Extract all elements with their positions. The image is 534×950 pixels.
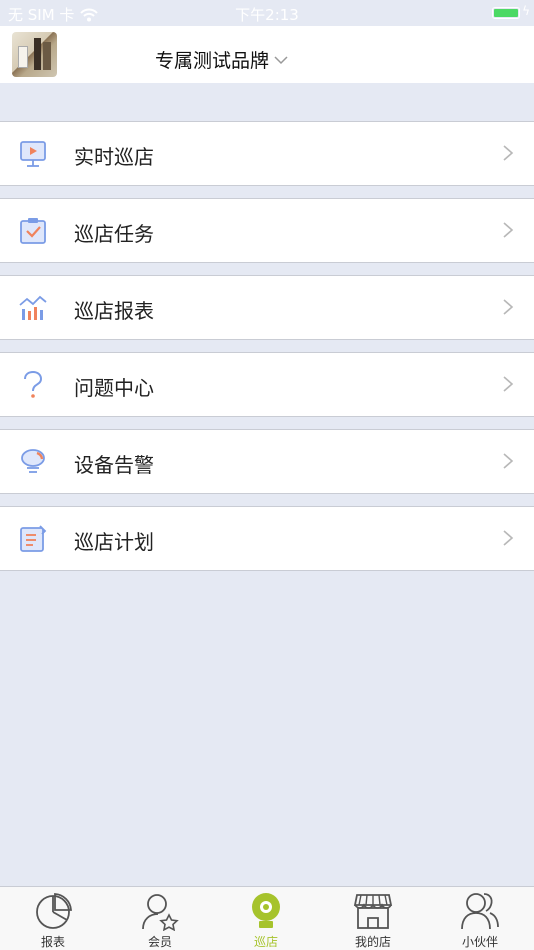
status-time: 下午2:13 [235,6,299,24]
menu-item-label: 设备告警 [74,453,154,477]
menu-item-label: 实时巡店 [74,145,154,169]
alarm-bell-icon [21,449,45,473]
plan-notepad-icon [20,525,47,552]
brand-selector[interactable]: 专属测试品牌 [155,46,289,73]
monitor-play-icon [20,141,46,167]
header: 专属测试品牌 [0,26,534,83]
charging-icon: ϟ [522,4,530,18]
tab-bar: 报表 会员 巡店 我的店 小伙伴 [0,886,534,950]
battery-icon [492,7,520,19]
tab-label: 小伙伴 [461,935,498,949]
camera-icon [252,893,280,928]
chevron-right-icon [503,530,514,546]
tab-label: 会员 [147,935,172,949]
menu-item-label: 巡店报表 [74,299,154,323]
chevron-right-icon [503,299,514,315]
menu-item-label: 巡店任务 [74,222,154,246]
menu-item-live-patrol[interactable]: 实时巡店 [0,121,534,186]
tab-report[interactable]: 报表 [0,887,106,950]
menu-item-device-alarm[interactable]: 设备告警 [0,429,534,494]
store-icon [353,894,393,929]
chevron-right-icon [503,376,514,392]
brand-name: 专属测试品牌 [155,50,270,72]
pie-chart-icon [36,893,72,929]
bar-chart-icon [19,295,47,320]
menu-item-label: 巡店计划 [74,530,154,554]
chevron-right-icon [503,222,514,238]
menu-item-patrol-tasks[interactable]: 巡店任务 [0,198,534,263]
menu-item-patrol-plan[interactable]: 巡店计划 [0,506,534,571]
menu-item-label: 问题中心 [74,376,154,400]
store-thumbnail[interactable] [12,32,57,77]
chevron-down-icon [274,55,288,64]
menu-item-issue-center[interactable]: 问题中心 [0,352,534,417]
member-star-icon [142,894,179,931]
tab-partners[interactable]: 小伙伴 [427,887,533,950]
tab-my-store[interactable]: 我的店 [320,887,426,950]
tab-label: 我的店 [354,935,391,949]
chevron-right-icon [503,145,514,161]
clipboard-check-icon [20,218,46,244]
tab-label: 巡店 [253,935,278,949]
status-bar: 无 SIM 卡 下午2:13 ϟ [0,0,534,26]
tab-label: 报表 [40,935,65,949]
chevron-right-icon [503,453,514,469]
tab-member[interactable]: 会员 [107,887,213,950]
tab-patrol[interactable]: 巡店 [213,887,319,950]
menu-item-patrol-report[interactable]: 巡店报表 [0,275,534,340]
partners-icon [461,893,499,930]
question-mark-icon [24,370,43,398]
